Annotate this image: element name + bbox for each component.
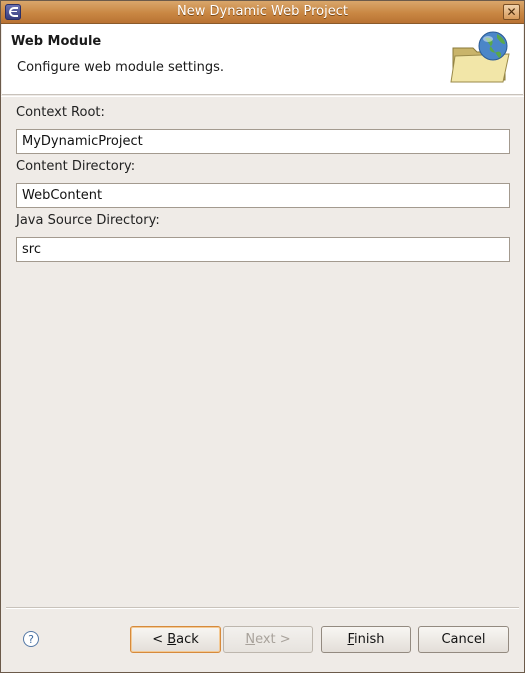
header-separator <box>1 96 524 97</box>
page-description: Configure web module settings. <box>17 60 224 75</box>
page-title: Web Module <box>11 34 102 49</box>
next-button[interactable]: Next > <box>223 626 313 653</box>
dialog-window: New Dynamic Web Project ✕ Web Module Con… <box>0 0 525 673</box>
cancel-button[interactable]: Cancel <box>418 626 509 653</box>
context-root-field[interactable] <box>16 129 510 154</box>
back-button-mnemonic: B <box>167 632 177 647</box>
content-directory-label: Content Directory: <box>16 159 136 174</box>
next-button-mnemonic: N <box>245 632 256 647</box>
java-source-directory-label: Java Source Directory: <box>16 213 160 228</box>
java-source-directory-field[interactable] <box>16 237 510 262</box>
finish-button[interactable]: Finish <box>321 626 411 653</box>
window-title: New Dynamic Web Project <box>177 4 348 19</box>
context-root-label: Context Root: <box>16 105 105 120</box>
footer-separator <box>6 607 519 609</box>
wizard-header: Web Module Configure web module settings… <box>2 24 523 95</box>
back-button-rest: ack <box>176 632 199 647</box>
close-icon[interactable]: ✕ <box>503 4 520 20</box>
back-button-prefix: < <box>152 632 168 647</box>
help-icon[interactable]: ? <box>23 631 39 647</box>
title-bar[interactable]: New Dynamic Web Project ✕ <box>1 1 524 24</box>
content-directory-field[interactable] <box>16 183 510 208</box>
next-button-rest: ext > <box>255 632 291 647</box>
finish-button-rest: inish <box>354 632 385 647</box>
back-button[interactable]: < Back <box>130 626 221 653</box>
folder-globe-icon <box>450 31 510 83</box>
